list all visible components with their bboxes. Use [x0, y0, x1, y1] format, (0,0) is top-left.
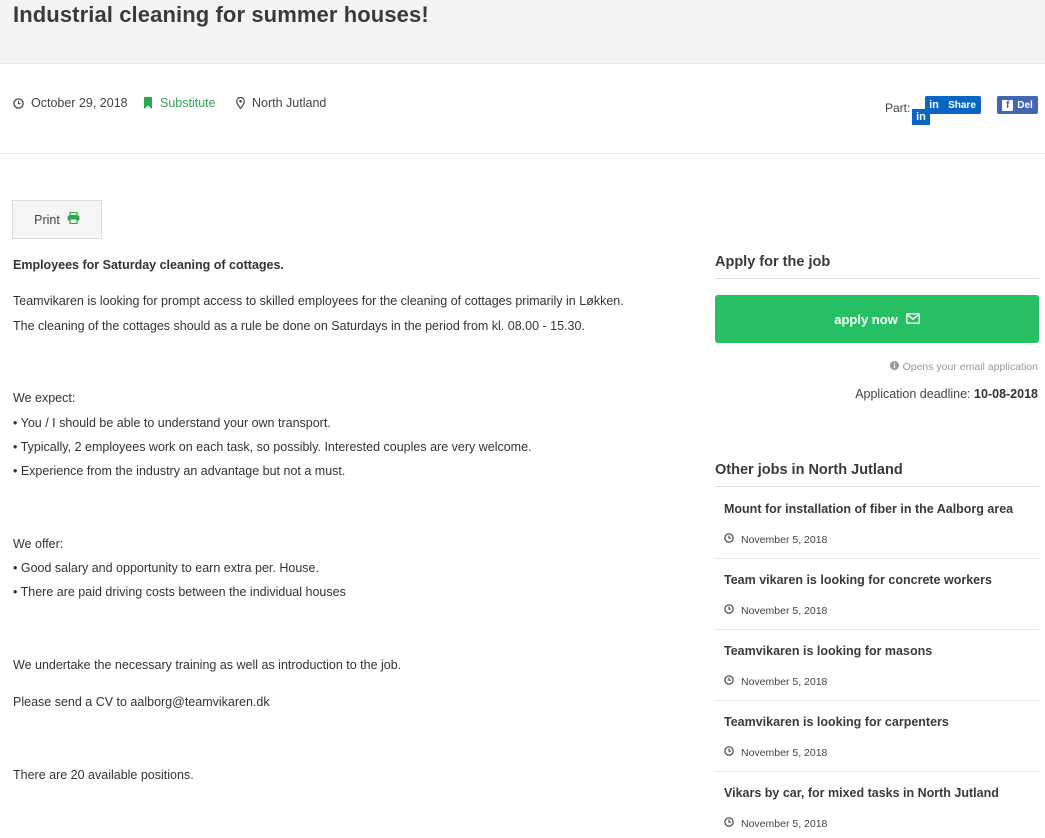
offer-item: • Good salary and opportunity to earn ex… [13, 561, 319, 575]
job-title-link[interactable]: Vikars by car, for mixed tasks in North … [724, 786, 999, 800]
job-date: November 5, 2018 [724, 604, 827, 617]
application-deadline: Application deadline: 10-08-2018 [855, 387, 1038, 401]
job-location: North Jutland [236, 96, 326, 110]
cv-text: Please send a CV to aalborg@teamvikaren.… [13, 695, 270, 709]
job-date: October 29, 2018 [13, 96, 128, 110]
clock-icon [13, 97, 24, 109]
clock-icon [724, 746, 734, 759]
clock-icon [724, 604, 734, 617]
job-date-text: November 5, 2018 [741, 604, 828, 617]
clock-icon [724, 817, 734, 830]
linkedin-logo-icon: in [929, 99, 939, 111]
list-item[interactable]: Mount for installation of fiber in the A… [715, 488, 1039, 559]
training-text: We undertake the necessary training as w… [13, 658, 402, 672]
job-title-link[interactable]: Team vikaren is looking for concrete wor… [724, 573, 992, 587]
list-item[interactable]: Vikars by car, for mixed tasks in North … [715, 772, 1039, 838]
offer-item: • There are paid driving costs between t… [13, 585, 346, 599]
linkedin-share-button[interactable]: in Share [925, 96, 981, 114]
job-date: November 5, 2018 [724, 746, 827, 759]
apply-now-button[interactable]: apply now [715, 295, 1039, 343]
envelope-icon [905, 312, 920, 327]
clock-icon [724, 533, 734, 546]
other-jobs-section: Other jobs in North Jutland [715, 462, 1039, 487]
page-title: Industrial cleaning for summer houses! [13, 2, 429, 27]
job-date-text: November 5, 2018 [741, 746, 828, 759]
bookmark-icon [143, 97, 153, 109]
job-date-text: November 5, 2018 [741, 817, 828, 830]
expect-item: • You / I should be able to understand y… [13, 416, 331, 430]
apply-section: Apply for the job [715, 254, 1039, 279]
description-intro-1: Teamvikaren is looking for prompt access… [13, 294, 624, 308]
page-header: Industrial cleaning for summer houses! [0, 0, 1045, 64]
apply-heading: Apply for the job [715, 254, 1039, 279]
linkedin-share-label: Share [948, 99, 976, 111]
share-label: Part: [885, 101, 911, 115]
job-type[interactable]: Substitute [143, 96, 216, 110]
job-title-link[interactable]: Mount for installation of fiber in the A… [724, 502, 1013, 516]
other-jobs-heading: Other jobs in North Jutland [715, 462, 1039, 487]
info-icon [889, 361, 899, 373]
clock-icon [724, 675, 734, 688]
job-title-link[interactable]: Teamvikaren is looking for carpenters [724, 715, 949, 729]
job-date: November 5, 2018 [724, 817, 827, 830]
offer-heading: We offer: [13, 537, 64, 551]
map-pin-icon [236, 97, 245, 109]
job-location-text: North Jutland [252, 96, 327, 110]
facebook-share-button[interactable]: f Del [997, 96, 1038, 114]
job-date-text: November 5, 2018 [741, 675, 828, 688]
job-date: November 5, 2018 [724, 533, 827, 546]
email-note-text: Opens your email application [902, 361, 1038, 373]
email-note: Opens your email application [889, 361, 1038, 373]
print-button[interactable]: Print [12, 200, 102, 239]
description-heading: Employees for Saturday cleaning of cotta… [13, 258, 284, 272]
expect-item: • Experience from the industry an advant… [13, 464, 346, 478]
job-date-text: October 29, 2018 [31, 96, 128, 110]
list-item[interactable]: Teamvikaren is looking for carpenters No… [715, 701, 1039, 772]
apply-now-label: apply now [834, 311, 898, 327]
expect-heading: We expect: [13, 391, 76, 405]
positions-text: There are 20 available positions. [13, 768, 194, 782]
deadline-label: Application deadline: [855, 387, 971, 401]
description-intro-2: The cleaning of the cottages should as a… [13, 319, 585, 333]
print-label: Print [34, 212, 60, 227]
job-type-text: Substitute [160, 96, 216, 110]
job-date-text: November 5, 2018 [741, 533, 828, 546]
job-meta-bar: October 29, 2018 Substitute North Jutlan… [0, 64, 1045, 154]
printer-icon [67, 211, 80, 227]
job-title-link[interactable]: Teamvikaren is looking for masons [724, 644, 932, 658]
job-date: November 5, 2018 [724, 675, 827, 688]
expect-item: • Typically, 2 employees work on each ta… [13, 440, 532, 454]
facebook-icon: f [1002, 99, 1014, 111]
list-item[interactable]: Teamvikaren is looking for masons Novemb… [715, 630, 1039, 701]
facebook-share-label: Del [1017, 99, 1033, 111]
deadline-value: 10-08-2018 [974, 387, 1038, 401]
list-item[interactable]: Team vikaren is looking for concrete wor… [715, 559, 1039, 630]
